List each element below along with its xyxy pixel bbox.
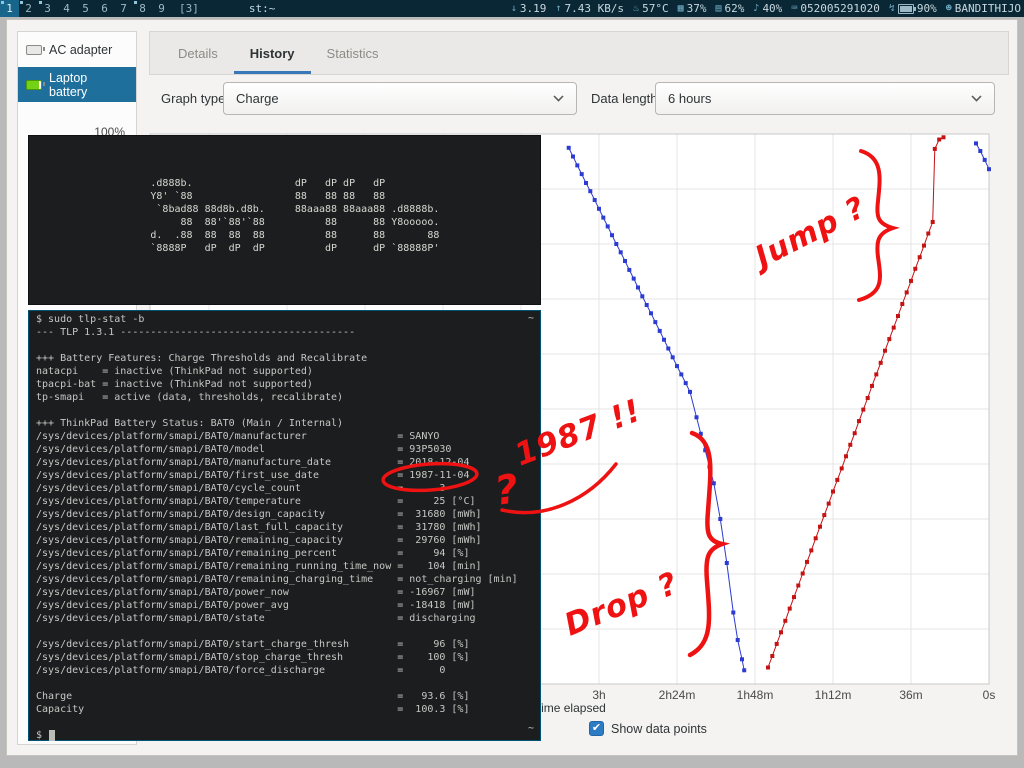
data-length-label: Data length: — [591, 91, 661, 106]
workspace-tag-1[interactable]: 1 — [0, 0, 19, 17]
status-modules: ↓3.19 ↑7.43 KB/s ♨57°C ▦37% ▤62% ♪40% ⌨0520052… — [511, 2, 1024, 15]
device-item-laptop-battery[interactable]: Laptop battery — [18, 67, 136, 102]
device-label: Laptop battery — [49, 71, 128, 99]
user-icon: ☻ — [946, 3, 952, 14]
tab-history[interactable]: History — [234, 32, 311, 74]
status-net-up: ↑7.43 KB/s — [555, 2, 624, 15]
x-tick-2h24m: 2h24m — [659, 688, 696, 702]
terminal-indicator-top: ~ — [528, 313, 534, 324]
status-net-down: ↓3.19 — [511, 2, 547, 15]
show-data-points-label: Show data points — [611, 722, 707, 736]
status-text: 62% — [725, 2, 745, 15]
x-tick-3h: 3h — [592, 688, 605, 702]
layout-indicator: [3] — [179, 2, 199, 15]
temperature-icon: ♨ — [633, 3, 639, 14]
disk-icon: ▦ — [678, 3, 684, 14]
data-length-dropdown[interactable]: 6 hours — [655, 82, 995, 115]
x-tick-1h12m: 1h12m — [815, 688, 852, 702]
chart-footer: Show data points — [589, 721, 707, 736]
x-axis-title: Time elapsed — [534, 701, 606, 715]
tab-bar: DetailsHistoryStatistics — [149, 31, 1009, 75]
workspace-tag-9[interactable]: 9 — [152, 0, 171, 17]
status-disk: ▦37% — [678, 2, 707, 15]
terminal-cursor — [49, 730, 55, 741]
graph-type-dropdown[interactable]: Charge — [223, 82, 577, 115]
terminal-window-tlp[interactable]: $ sudo tlp-stat -b --- TLP 1.3.1 -------… — [28, 310, 541, 741]
tab-statistics[interactable]: Statistics — [311, 32, 395, 74]
workspace-tag-5[interactable]: 5 — [76, 0, 95, 17]
x-tick-1h48m: 1h48m — [737, 688, 774, 702]
focused-window-title: st:~ — [249, 2, 276, 15]
workspace-tag-7[interactable]: 7 — [114, 0, 133, 17]
terminal-indicator-bottom: ~ — [528, 723, 534, 734]
net-down-icon: ↓ — [511, 3, 517, 14]
device-label: AC adapter — [49, 43, 112, 57]
status-user: ☻BANDITHIJO — [946, 2, 1021, 15]
status-text: 052005291020 — [800, 2, 879, 15]
battery-icon: ↯ — [889, 3, 895, 14]
show-data-points-checkbox[interactable] — [589, 721, 604, 736]
workspace-tag-8[interactable]: 8 — [133, 0, 152, 17]
status-text: 3.19 — [520, 2, 547, 15]
status-text: BANDITHIJO — [955, 2, 1021, 15]
status-keyboard: ⌨052005291020 — [791, 2, 880, 15]
status-temperature: ♨57°C — [633, 2, 669, 15]
terminal-window-art[interactable]: .d888b. dP dP dP dP Y8' `88 88 88 88 88 … — [28, 135, 541, 305]
memory-icon: ▤ — [716, 3, 722, 14]
keyboard-icon: ⌨ — [791, 3, 797, 14]
status-text: 40% — [762, 2, 782, 15]
battery-level-icon — [898, 4, 914, 14]
status-text: 7.43 KB/s — [564, 2, 624, 15]
status-battery: ↯ 90% — [889, 2, 937, 15]
chevron-down-icon — [553, 95, 564, 102]
x-tick-36m: 36m — [899, 688, 922, 702]
workspace-tag-2[interactable]: 2 — [19, 0, 38, 17]
status-text: 90% — [917, 2, 937, 15]
status-text: 57°C — [642, 2, 669, 15]
workspace-tag-3[interactable]: 3 — [38, 0, 57, 17]
chevron-down-icon — [971, 95, 982, 102]
desktop: 123456789 [3] st:~ ↓3.19 ↑7.43 KB/s ♨57°C ▦… — [0, 0, 1024, 768]
volume-icon: ♪ — [753, 3, 759, 14]
device-item-ac-adapter[interactable]: AC adapter — [18, 32, 136, 67]
net-up-icon: ↑ — [555, 3, 561, 14]
terminal-output: $ sudo tlp-stat -b --- TLP 1.3.1 -------… — [29, 311, 540, 744]
ac-adapter-icon — [26, 45, 42, 55]
graph-type-value: Charge — [236, 91, 279, 106]
status-memory: ▤62% — [716, 2, 745, 15]
laptop-battery-icon — [26, 80, 42, 90]
data-length-value: 6 hours — [668, 91, 711, 106]
graph-type-label: Graph type: — [161, 91, 229, 106]
x-tick-0s: 0s — [983, 688, 996, 702]
status-bar: 123456789 [3] st:~ ↓3.19 ↑7.43 KB/s ♨57°C ▦… — [0, 0, 1024, 17]
tab-details[interactable]: Details — [162, 32, 234, 74]
status-text: 37% — [687, 2, 707, 15]
status-volume: ♪40% — [753, 2, 782, 15]
workspace-tags: 123456789 — [0, 0, 171, 17]
terminal-ascii-art: .d888b. dP dP dP dP Y8' `88 88 88 88 88 … — [29, 136, 540, 283]
workspace-tag-6[interactable]: 6 — [95, 0, 114, 17]
workspace-tag-4[interactable]: 4 — [57, 0, 76, 17]
